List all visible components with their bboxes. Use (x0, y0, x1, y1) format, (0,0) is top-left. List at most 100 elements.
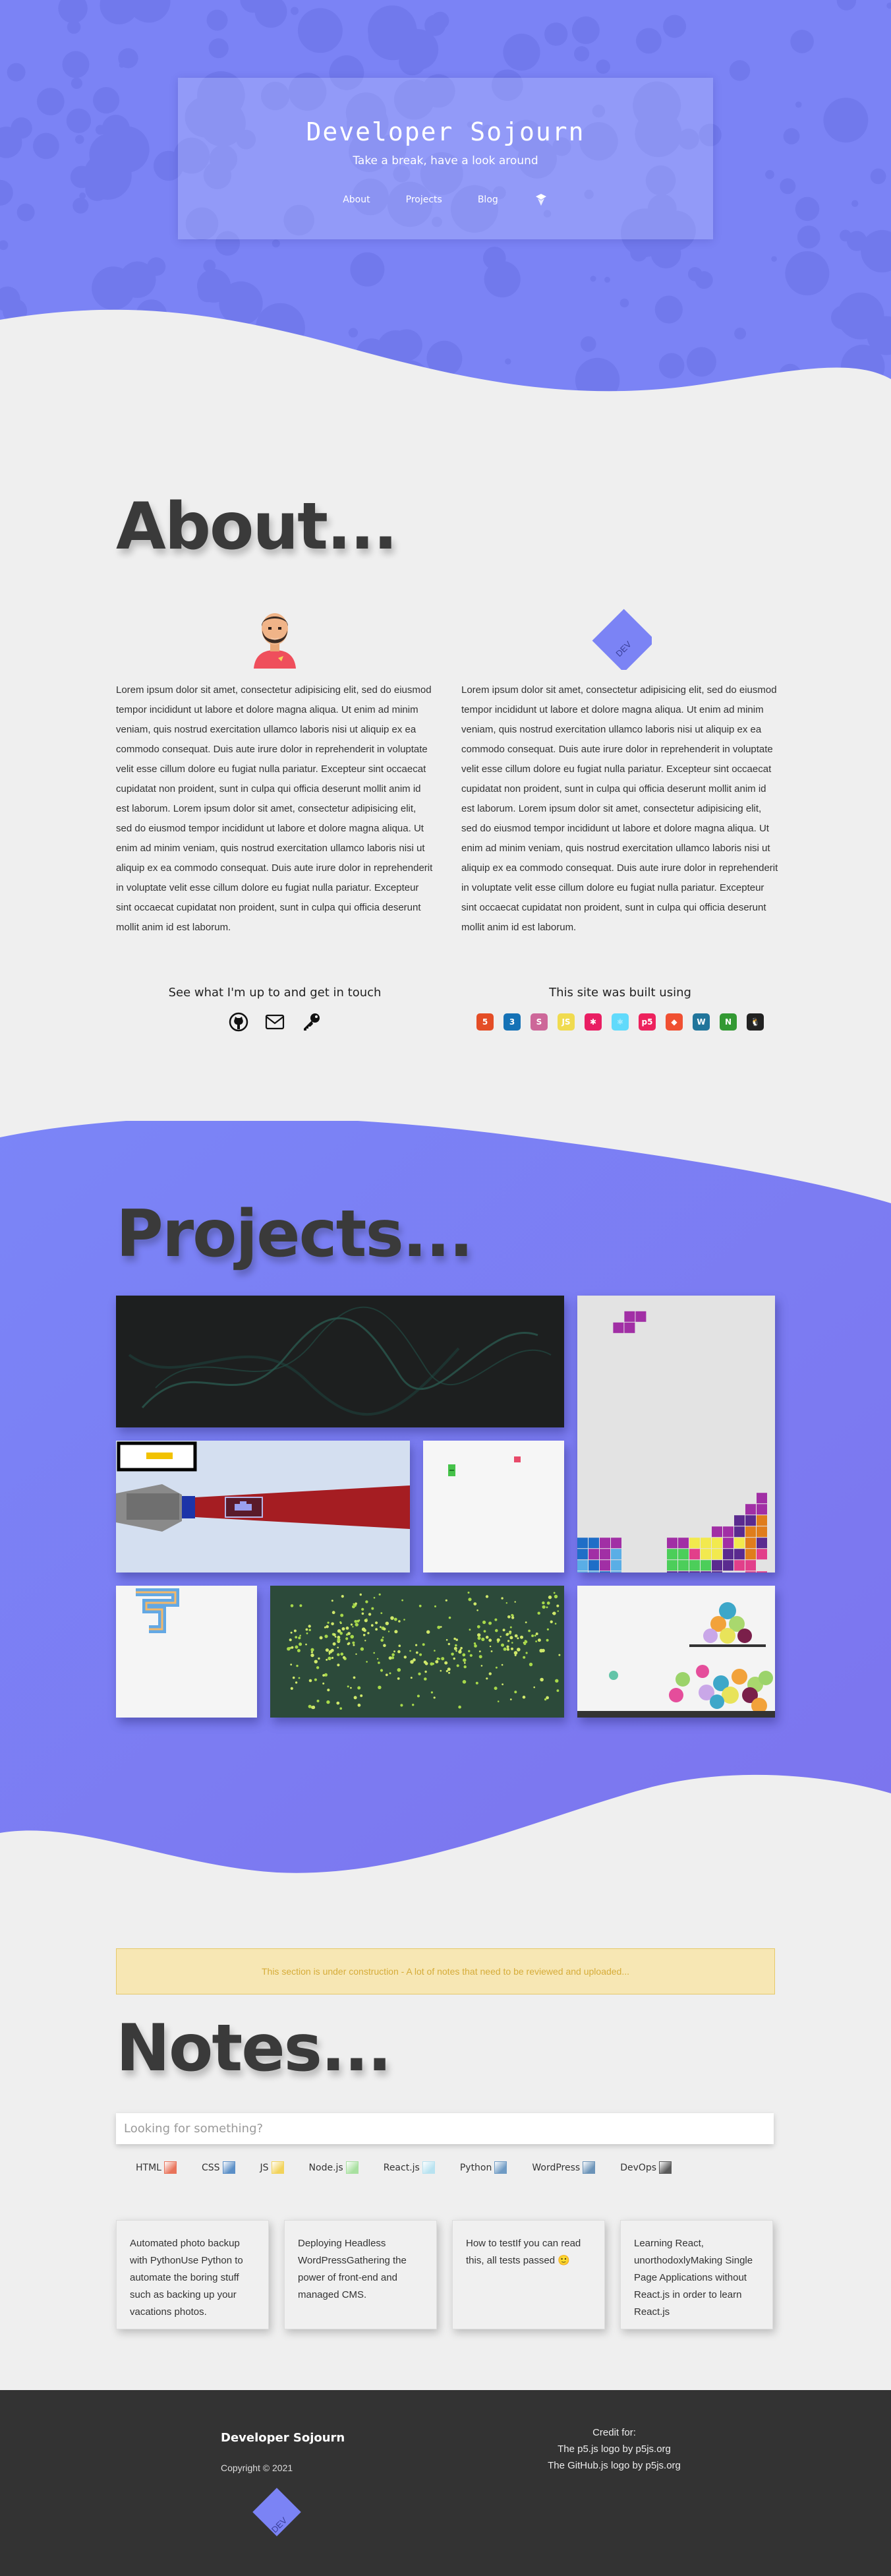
particle (514, 1634, 518, 1638)
particle (525, 1652, 528, 1654)
particle (478, 1655, 482, 1659)
particle (322, 1674, 325, 1677)
footer-credit-p5: The p5.js logo by p5js.org (558, 2443, 671, 2455)
dev-logo-icon[interactable] (534, 193, 548, 207)
footer-copyright: Copyright © 2021 (221, 2463, 293, 2473)
project-particles-tile[interactable] (270, 1586, 564, 1718)
particle (531, 1634, 534, 1637)
note-card-photo-backup[interactable]: Automated photo backup with PythonUse Py… (116, 2220, 269, 2329)
tetris-block (745, 1526, 756, 1538)
project-tetris-tile[interactable] (577, 1296, 775, 1573)
note-card-how-to-test[interactable]: How to testIf you can read this, all tes… (452, 2220, 605, 2329)
particle (415, 1644, 418, 1646)
github-icon[interactable] (229, 1011, 249, 1032)
hero-bubble (66, 108, 92, 133)
tag-css[interactable]: CSS (202, 2161, 235, 2174)
particle (511, 1613, 513, 1617)
project-maze-tile[interactable] (116, 1586, 257, 1718)
main-nav: About Projects Blog (178, 193, 713, 207)
nav-item-projects[interactable]: Projects (406, 195, 442, 205)
tag-python[interactable]: Python (460, 2161, 507, 2174)
note-card-headless-wordpress[interactable]: Deploying Headless WordPressGathering th… (284, 2220, 437, 2329)
particle (337, 1629, 341, 1633)
mail-icon[interactable] (265, 1011, 285, 1032)
tag-js[interactable]: JS (260, 2161, 284, 2174)
note-card-learning-react[interactable]: Learning React, unorthodoxlyMaking Singl… (620, 2220, 773, 2329)
hero-bubble (797, 225, 820, 249)
particle (447, 1667, 451, 1671)
hero-bubble (729, 60, 751, 81)
star-icon[interactable]: ✱ (583, 1011, 604, 1032)
javascript-icon[interactable]: JS (556, 1011, 577, 1032)
ball (737, 1629, 752, 1643)
tetris-block (734, 1515, 745, 1526)
sass-icon[interactable]: S (529, 1011, 550, 1032)
css3-icon[interactable]: 3 (502, 1011, 523, 1032)
tag-react-js[interactable]: React.js (384, 2161, 435, 2174)
particle (534, 1634, 536, 1637)
particle (380, 1669, 384, 1672)
particle (524, 1640, 528, 1644)
particle (423, 1660, 427, 1664)
hero-bubble (16, 203, 35, 222)
particle (331, 1611, 335, 1615)
nodejs-icon[interactable]: N (718, 1011, 739, 1032)
tag-label: JS (260, 2162, 269, 2173)
hero-bubble (604, 276, 610, 283)
tetris-block (745, 1571, 756, 1573)
react-icon[interactable]: ⚛ (610, 1011, 631, 1032)
notes-search-input[interactable] (116, 2113, 774, 2144)
tag-node-js[interactable]: Node.js (309, 2161, 359, 2174)
particle (337, 1638, 341, 1642)
hero-bubble (876, 255, 889, 267)
wordpress-icon[interactable]: W (691, 1011, 712, 1032)
particle (337, 1653, 340, 1656)
project-robot-arm-tile[interactable] (116, 1441, 410, 1573)
particle (340, 1652, 344, 1656)
particle (337, 1646, 339, 1649)
particle (497, 1700, 500, 1702)
hero-bubble (663, 15, 687, 38)
particle (357, 1703, 361, 1707)
project-balls-tile[interactable] (577, 1586, 775, 1718)
nav-item-blog[interactable]: Blog (478, 195, 498, 205)
hero-bubble (574, 46, 590, 62)
tag-html[interactable]: HTML (136, 2161, 177, 2174)
hero-bubble (290, 7, 299, 15)
particle (546, 1606, 548, 1609)
footer-credits: Credit for: The p5.js logo by p5js.org T… (542, 2424, 687, 2474)
particle (378, 1662, 380, 1664)
particle (361, 1627, 366, 1631)
particle (448, 1616, 451, 1619)
particle (345, 1627, 349, 1630)
particle (305, 1628, 308, 1631)
particle (352, 1641, 355, 1644)
linux-icon[interactable]: 🐧 (745, 1011, 766, 1032)
particle (432, 1662, 434, 1665)
particle (435, 1660, 439, 1663)
particle (308, 1629, 311, 1631)
particle (410, 1677, 413, 1679)
project-smoke-tile[interactable] (116, 1296, 564, 1427)
hero-bubble (484, 260, 521, 298)
nav-item-about[interactable]: About (343, 195, 370, 205)
tag-devops[interactable]: DevOps (620, 2161, 672, 2174)
hero-bubble (571, 16, 600, 44)
tag-wordpress[interactable]: WordPress (532, 2161, 596, 2174)
particle (306, 1632, 308, 1634)
tetris-block (613, 1322, 624, 1333)
key-icon[interactable] (301, 1011, 322, 1032)
tetris-block (723, 1538, 733, 1549)
particle (448, 1671, 450, 1674)
tetris-block (611, 1560, 621, 1571)
html5-icon[interactable]: 5 (475, 1011, 496, 1032)
particle (350, 1623, 353, 1626)
hero-bubble (62, 51, 90, 78)
p5js-icon[interactable]: p5 (637, 1011, 658, 1032)
particle (437, 1625, 441, 1629)
git-icon[interactable]: ◆ (664, 1011, 685, 1032)
particle (476, 1609, 478, 1611)
particle (501, 1597, 503, 1600)
particle (418, 1604, 422, 1607)
project-snake-tile[interactable] (423, 1441, 564, 1573)
